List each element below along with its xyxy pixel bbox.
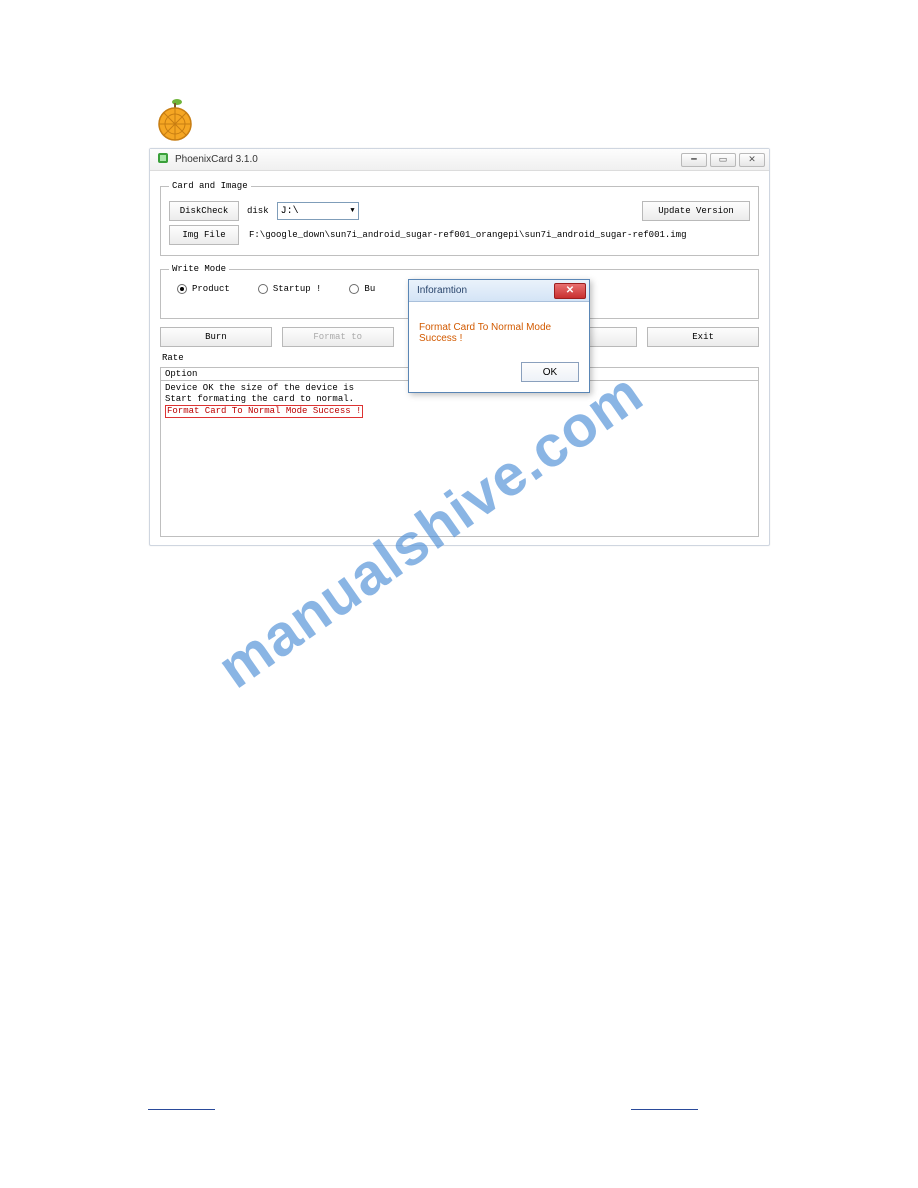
maximize-button[interactable]: ▭ <box>710 153 736 167</box>
write-mode-legend: Write Mode <box>169 264 229 274</box>
img-file-path: F:\google_down\sun7i_android_sugar-ref00… <box>247 226 750 244</box>
disk-label: disk <box>247 206 269 216</box>
dialog-message: Format Card To Normal Mode Success ! <box>409 302 589 356</box>
radio-burn-label: Bu <box>364 284 375 294</box>
card-image-legend: Card and Image <box>169 181 251 191</box>
disk-select[interactable]: J:\ ▼ <box>277 202 359 220</box>
close-button[interactable]: ✕ <box>739 153 765 167</box>
dialog-title-text: Inforamtion <box>417 285 467 296</box>
update-version-button[interactable]: Update Version <box>642 201 750 221</box>
exit-button[interactable]: Exit <box>647 327 759 347</box>
radio-product[interactable]: Product <box>177 284 230 294</box>
ok-button[interactable]: OK <box>521 362 579 382</box>
orange-pi-logo <box>152 96 198 142</box>
format-button[interactable]: Format to <box>282 327 394 347</box>
radio-icon <box>258 284 268 294</box>
disk-value: J:\ <box>281 206 299 217</box>
footer-link-left[interactable] <box>148 1104 215 1110</box>
close-icon: ✕ <box>566 285 574 296</box>
footer-link-right[interactable] <box>631 1104 698 1110</box>
log-line-2: Start formating the card to normal. <box>165 394 754 405</box>
img-file-button[interactable]: Img File <box>169 225 239 245</box>
chevron-down-icon: ▼ <box>350 207 354 215</box>
burn-button[interactable]: Burn <box>160 327 272 347</box>
radio-icon <box>177 284 187 294</box>
radio-icon <box>349 284 359 294</box>
disk-check-button[interactable]: DiskCheck <box>169 201 239 221</box>
dialog-close-button[interactable]: ✕ <box>554 283 586 299</box>
radio-product-label: Product <box>192 284 230 294</box>
radio-startup-label: Startup ! <box>273 284 322 294</box>
radio-startup[interactable]: Startup ! <box>258 284 322 294</box>
card-and-image-group: Card and Image DiskCheck disk J:\ ▼ Upda… <box>160 181 759 256</box>
app-icon <box>156 151 170 168</box>
dialog-titlebar: Inforamtion ✕ <box>409 280 589 302</box>
window-titlebar: PhoenixCard 3.1.0 ━ ▭ ✕ <box>150 149 769 171</box>
minimize-button[interactable]: ━ <box>681 153 707 167</box>
radio-burn[interactable]: Bu <box>349 284 375 294</box>
information-dialog: Inforamtion ✕ Format Card To Normal Mode… <box>408 279 590 393</box>
log-line-3-highlighted: Format Card To Normal Mode Success ! <box>165 405 363 418</box>
window-title: PhoenixCard 3.1.0 <box>175 154 258 165</box>
footer-links <box>148 1104 770 1110</box>
